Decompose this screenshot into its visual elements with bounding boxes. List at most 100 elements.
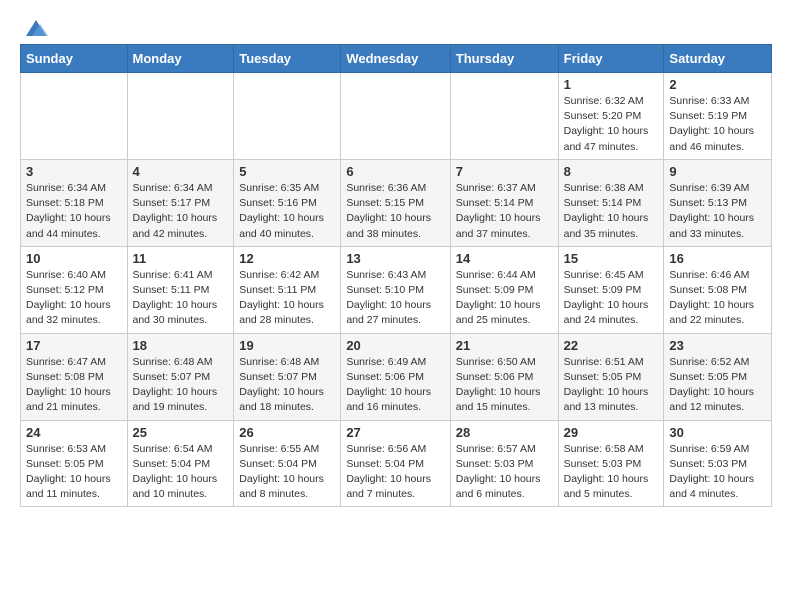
calendar-cell: 22 Sunrise: 6:51 AM Sunset: 5:05 PM Dayli… — [558, 333, 664, 420]
calendar-cell: 29Sunrise: 6:58 AM Sunset: 5:03 PM Dayli… — [558, 420, 664, 507]
weekday-header: Sunday — [21, 45, 128, 73]
day-number: 15 — [564, 251, 659, 266]
calendar-cell: 13 Sunrise: 6:43 AM Sunset: 5:10 PM Dayli… — [341, 246, 450, 333]
calendar-cell: 17 Sunrise: 6:47 AM Sunset: 5:08 PM Dayli… — [21, 333, 128, 420]
day-info: Sunrise: 6:55 AM Sunset: 5:04 PM Dayligh… — [239, 442, 335, 503]
day-info: Sunrise: 6:59 AM Sunset: 5:03 PM Dayligh… — [669, 442, 766, 503]
calendar-cell: 27 Sunrise: 6:56 AM Sunset: 5:04 PM Dayli… — [341, 420, 450, 507]
day-number: 22 — [564, 338, 659, 353]
day-info: Sunrise: 6:45 AM Sunset: 5:09 PM Dayligh… — [564, 268, 659, 329]
calendar-cell: 10 Sunrise: 6:40 AM Sunset: 5:12 PM Dayli… — [21, 246, 128, 333]
day-number: 1 — [564, 77, 659, 92]
day-info: Sunrise: 6:57 AM Sunset: 5:03 PM Dayligh… — [456, 442, 553, 503]
day-info: Sunrise: 6:38 AM Sunset: 5:14 PM Dayligh… — [564, 181, 659, 242]
calendar-cell: 8 Sunrise: 6:38 AM Sunset: 5:14 PM Daylig… — [558, 159, 664, 246]
day-number: 13 — [346, 251, 444, 266]
calendar-cell: 28 Sunrise: 6:57 AM Sunset: 5:03 PM Dayli… — [450, 420, 558, 507]
calendar-cell: 5 Sunrise: 6:35 AM Sunset: 5:16 PM Daylig… — [234, 159, 341, 246]
calendar-cell — [21, 73, 128, 160]
day-number: 8 — [564, 164, 659, 179]
day-number: 28 — [456, 425, 553, 440]
weekday-header: Tuesday — [234, 45, 341, 73]
calendar-week-row: 10 Sunrise: 6:40 AM Sunset: 5:12 PM Dayli… — [21, 246, 772, 333]
day-info: Sunrise: 6:37 AM Sunset: 5:14 PM Dayligh… — [456, 181, 553, 242]
calendar-cell: 12Sunrise: 6:42 AM Sunset: 5:11 PM Dayli… — [234, 246, 341, 333]
calendar-cell — [234, 73, 341, 160]
day-info: Sunrise: 6:53 AM Sunset: 5:05 PM Dayligh… — [26, 442, 122, 503]
day-number: 17 — [26, 338, 122, 353]
day-number: 30 — [669, 425, 766, 440]
calendar-cell — [127, 73, 234, 160]
calendar-cell: 24 Sunrise: 6:53 AM Sunset: 5:05 PM Dayli… — [21, 420, 128, 507]
day-info: Sunrise: 6:36 AM Sunset: 5:15 PM Dayligh… — [346, 181, 444, 242]
calendar-cell: 9 Sunrise: 6:39 AM Sunset: 5:13 PM Daylig… — [664, 159, 772, 246]
day-info: Sunrise: 6:54 AM Sunset: 5:04 PM Dayligh… — [133, 442, 229, 503]
day-info: Sunrise: 6:48 AM Sunset: 5:07 PM Dayligh… — [133, 355, 229, 416]
day-info: Sunrise: 6:51 AM Sunset: 5:05 PM Dayligh… — [564, 355, 659, 416]
day-number: 9 — [669, 164, 766, 179]
calendar-cell: 25 Sunrise: 6:54 AM Sunset: 5:04 PM Dayli… — [127, 420, 234, 507]
day-number: 12 — [239, 251, 335, 266]
day-number: 14 — [456, 251, 553, 266]
calendar-cell — [450, 73, 558, 160]
page: SundayMondayTuesdayWednesdayThursdayFrid… — [0, 0, 792, 517]
day-info: Sunrise: 6:33 AM Sunset: 5:19 PM Dayligh… — [669, 94, 766, 155]
day-info: Sunrise: 6:39 AM Sunset: 5:13 PM Dayligh… — [669, 181, 766, 242]
calendar-week-row: 3Sunrise: 6:34 AM Sunset: 5:18 PM Daylig… — [21, 159, 772, 246]
day-info: Sunrise: 6:52 AM Sunset: 5:05 PM Dayligh… — [669, 355, 766, 416]
day-number: 21 — [456, 338, 553, 353]
calendar-cell: 7 Sunrise: 6:37 AM Sunset: 5:14 PM Daylig… — [450, 159, 558, 246]
day-info: Sunrise: 6:35 AM Sunset: 5:16 PM Dayligh… — [239, 181, 335, 242]
day-number: 26 — [239, 425, 335, 440]
calendar-cell: 4Sunrise: 6:34 AM Sunset: 5:17 PM Daylig… — [127, 159, 234, 246]
calendar-cell — [341, 73, 450, 160]
day-number: 3 — [26, 164, 122, 179]
calendar-cell: 19 Sunrise: 6:48 AM Sunset: 5:07 PM Dayli… — [234, 333, 341, 420]
calendar-cell: 2 Sunrise: 6:33 AM Sunset: 5:19 PM Daylig… — [664, 73, 772, 160]
day-number: 2 — [669, 77, 766, 92]
day-info: Sunrise: 6:40 AM Sunset: 5:12 PM Dayligh… — [26, 268, 122, 329]
day-info: Sunrise: 6:58 AM Sunset: 5:03 PM Dayligh… — [564, 442, 659, 503]
calendar-cell: 21 Sunrise: 6:50 AM Sunset: 5:06 PM Dayli… — [450, 333, 558, 420]
calendar-cell: 18 Sunrise: 6:48 AM Sunset: 5:07 PM Dayli… — [127, 333, 234, 420]
day-number: 16 — [669, 251, 766, 266]
day-info: Sunrise: 6:32 AM Sunset: 5:20 PM Dayligh… — [564, 94, 659, 155]
logo-icon — [22, 16, 50, 38]
day-number: 23 — [669, 338, 766, 353]
calendar-week-row: 1 Sunrise: 6:32 AM Sunset: 5:20 PM Daylig… — [21, 73, 772, 160]
calendar-cell: 3Sunrise: 6:34 AM Sunset: 5:18 PM Daylig… — [21, 159, 128, 246]
calendar-cell: 20 Sunrise: 6:49 AM Sunset: 5:06 PM Dayli… — [341, 333, 450, 420]
day-info: Sunrise: 6:47 AM Sunset: 5:08 PM Dayligh… — [26, 355, 122, 416]
day-number: 24 — [26, 425, 122, 440]
day-info: Sunrise: 6:48 AM Sunset: 5:07 PM Dayligh… — [239, 355, 335, 416]
day-number: 19 — [239, 338, 335, 353]
calendar-cell: 23 Sunrise: 6:52 AM Sunset: 5:05 PM Dayli… — [664, 333, 772, 420]
weekday-header: Saturday — [664, 45, 772, 73]
day-number: 18 — [133, 338, 229, 353]
day-info: Sunrise: 6:34 AM Sunset: 5:17 PM Dayligh… — [133, 181, 229, 242]
calendar-header-row: SundayMondayTuesdayWednesdayThursdayFrid… — [21, 45, 772, 73]
day-number: 25 — [133, 425, 229, 440]
calendar-cell: 1 Sunrise: 6:32 AM Sunset: 5:20 PM Daylig… — [558, 73, 664, 160]
calendar-cell: 11 Sunrise: 6:41 AM Sunset: 5:11 PM Dayli… — [127, 246, 234, 333]
day-info: Sunrise: 6:56 AM Sunset: 5:04 PM Dayligh… — [346, 442, 444, 503]
logo — [20, 16, 50, 34]
day-number: 6 — [346, 164, 444, 179]
day-number: 10 — [26, 251, 122, 266]
calendar: SundayMondayTuesdayWednesdayThursdayFrid… — [20, 44, 772, 507]
day-number: 11 — [133, 251, 229, 266]
day-info: Sunrise: 6:41 AM Sunset: 5:11 PM Dayligh… — [133, 268, 229, 329]
day-info: Sunrise: 6:49 AM Sunset: 5:06 PM Dayligh… — [346, 355, 444, 416]
calendar-week-row: 17 Sunrise: 6:47 AM Sunset: 5:08 PM Dayli… — [21, 333, 772, 420]
day-number: 20 — [346, 338, 444, 353]
header — [20, 16, 772, 34]
calendar-cell: 30 Sunrise: 6:59 AM Sunset: 5:03 PM Dayli… — [664, 420, 772, 507]
day-number: 5 — [239, 164, 335, 179]
calendar-week-row: 24 Sunrise: 6:53 AM Sunset: 5:05 PM Dayli… — [21, 420, 772, 507]
day-info: Sunrise: 6:43 AM Sunset: 5:10 PM Dayligh… — [346, 268, 444, 329]
day-info: Sunrise: 6:50 AM Sunset: 5:06 PM Dayligh… — [456, 355, 553, 416]
day-number: 7 — [456, 164, 553, 179]
day-number: 27 — [346, 425, 444, 440]
day-info: Sunrise: 6:46 AM Sunset: 5:08 PM Dayligh… — [669, 268, 766, 329]
weekday-header: Friday — [558, 45, 664, 73]
